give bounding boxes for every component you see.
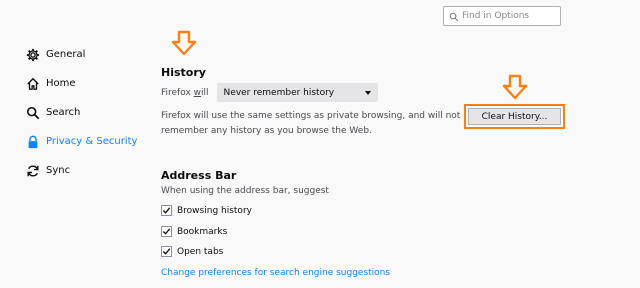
open-tabs-label: Open tabs	[177, 246, 224, 257]
annotation-arrow-icon	[502, 74, 528, 100]
sidebar-item-home[interactable]: Home	[26, 69, 137, 98]
address-bar-title: Address Bar	[161, 169, 237, 182]
bookmarks-checkbox[interactable]	[161, 226, 172, 237]
history-mode-value: Never remember history	[223, 87, 335, 98]
history-mode-label: Firefox will	[161, 87, 209, 98]
sidebar-item-label: Home	[46, 78, 76, 89]
sync-icon	[26, 164, 40, 178]
history-mode-row: Firefox will Never remember history	[161, 83, 378, 102]
sidebar-item-label: Privacy & Security	[46, 136, 138, 147]
sidebar-item-general[interactable]: General	[26, 40, 137, 69]
lock-icon	[26, 135, 40, 149]
sidebar-item-label: General	[46, 49, 86, 60]
search-box[interactable]	[443, 6, 561, 26]
sidebar-nav: General Home Search Privacy & Security S…	[26, 40, 137, 185]
checkmark-icon	[162, 248, 171, 255]
sidebar-item-sync[interactable]: Sync	[26, 156, 137, 185]
search-icon	[26, 106, 40, 120]
search-icon	[449, 7, 459, 26]
annotation-arrow-icon	[171, 30, 197, 56]
address-bar-subtitle: When using the address bar, suggest	[161, 186, 329, 196]
open-tabs-checkbox[interactable]	[161, 246, 172, 257]
browsing-history-option[interactable]: Browsing history	[161, 205, 252, 216]
home-icon	[26, 77, 40, 91]
search-input[interactable]	[462, 11, 560, 21]
sidebar-item-label: Sync	[46, 165, 71, 176]
clear-history-button[interactable]: Clear History...	[468, 108, 561, 125]
bookmarks-label: Bookmarks	[177, 226, 228, 237]
history-mode-select[interactable]: Never remember history	[216, 83, 378, 102]
history-description-line2: remember any history as you browse the W…	[161, 126, 372, 136]
sidebar-item-search[interactable]: Search	[26, 98, 137, 127]
open-tabs-option[interactable]: Open tabs	[161, 246, 223, 257]
sidebar-item-privacy-security[interactable]: Privacy & Security	[26, 127, 137, 156]
bookmarks-option[interactable]: Bookmarks	[161, 226, 227, 237]
clear-history-highlight: Clear History...	[464, 104, 565, 129]
browsing-history-checkbox[interactable]	[161, 205, 172, 216]
gear-icon	[26, 48, 40, 62]
checkmark-icon	[162, 207, 171, 214]
search-suggestions-link[interactable]: Change preferences for search engine sug…	[161, 268, 390, 278]
browsing-history-label: Browsing history	[177, 205, 252, 216]
chevron-down-icon	[364, 90, 371, 95]
history-title: History	[161, 66, 206, 79]
sidebar-item-label: Search	[46, 107, 81, 118]
checkmark-icon	[162, 228, 171, 235]
